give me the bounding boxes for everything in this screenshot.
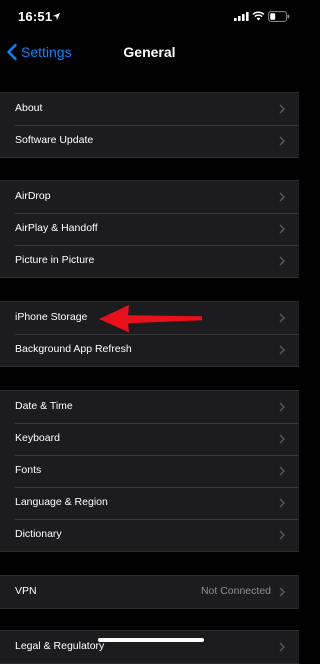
chevron-right-icon — [279, 192, 285, 202]
row-label: Picture in Picture — [15, 254, 95, 266]
row-label: iPhone Storage — [15, 311, 88, 323]
home-indicator[interactable] — [98, 638, 204, 642]
chevron-right-icon — [279, 466, 285, 476]
settings-row-legal-regulatory[interactable]: Legal & Regulatory — [0, 631, 299, 663]
settings-row-language-region[interactable]: Language & Region — [0, 487, 299, 519]
settings-group-connectivity: AirDrop AirPlay & Handoff Picture in Pic… — [0, 180, 299, 278]
settings-group-vpn: VPN Not Connected — [0, 575, 299, 609]
battery-icon — [268, 11, 290, 22]
row-label: VPN — [15, 585, 37, 597]
settings-row-about[interactable]: About — [0, 93, 299, 125]
chevron-right-icon — [279, 402, 285, 412]
location-icon — [52, 12, 61, 21]
settings-group-info: About Software Update — [0, 92, 299, 158]
settings-row-picture-in-picture[interactable]: Picture in Picture — [0, 245, 299, 277]
chevron-right-icon — [279, 498, 285, 508]
chevron-right-icon — [279, 642, 285, 652]
vpn-status-value: Not Connected — [200, 585, 271, 597]
settings-row-background-app-refresh[interactable]: Background App Refresh — [0, 334, 299, 366]
chevron-right-icon — [279, 587, 285, 597]
row-label: AirDrop — [15, 190, 51, 202]
settings-row-airdrop[interactable]: AirDrop — [0, 181, 299, 213]
settings-row-airplay-handoff[interactable]: AirPlay & Handoff — [0, 213, 299, 245]
status-time: 16:51 — [18, 9, 53, 24]
row-label: Software Update — [15, 134, 94, 146]
settings-row-vpn[interactable]: VPN Not Connected — [0, 576, 299, 608]
row-label: Date & Time — [15, 400, 73, 412]
chevron-right-icon — [279, 104, 285, 114]
navigation-bar: Settings General — [0, 34, 299, 68]
chevron-right-icon — [279, 345, 285, 355]
annotation-arrow-icon — [99, 305, 202, 333]
chevron-right-icon — [279, 313, 285, 323]
chevron-right-icon — [279, 434, 285, 444]
row-label: AirPlay & Handoff — [15, 222, 98, 234]
chevron-right-icon — [279, 224, 285, 234]
row-label: Language & Region — [15, 496, 108, 508]
wifi-icon — [252, 11, 265, 21]
row-label: Background App Refresh — [15, 343, 132, 355]
settings-row-fonts[interactable]: Fonts — [0, 455, 299, 487]
page-title: General — [123, 44, 176, 60]
row-label: Legal & Regulatory — [15, 640, 105, 652]
chevron-right-icon — [279, 136, 285, 146]
row-label: Fonts — [15, 464, 42, 476]
settings-row-keyboard[interactable]: Keyboard — [0, 423, 299, 455]
settings-group-localization: Date & Time Keyboard Fonts Language & Re… — [0, 390, 299, 552]
chevron-right-icon — [279, 256, 285, 266]
row-label: Dictionary — [15, 528, 62, 540]
settings-row-dictionary[interactable]: Dictionary — [0, 519, 299, 551]
row-label: About — [15, 102, 43, 114]
settings-row-date-time[interactable]: Date & Time — [0, 391, 299, 423]
settings-group-legal: Legal & Regulatory — [0, 630, 299, 664]
status-bar: 16:51 — [0, 0, 299, 34]
row-label: Keyboard — [15, 432, 60, 444]
settings-row-software-update[interactable]: Software Update — [0, 125, 299, 157]
signal-icon — [234, 12, 249, 21]
chevron-right-icon — [279, 530, 285, 540]
